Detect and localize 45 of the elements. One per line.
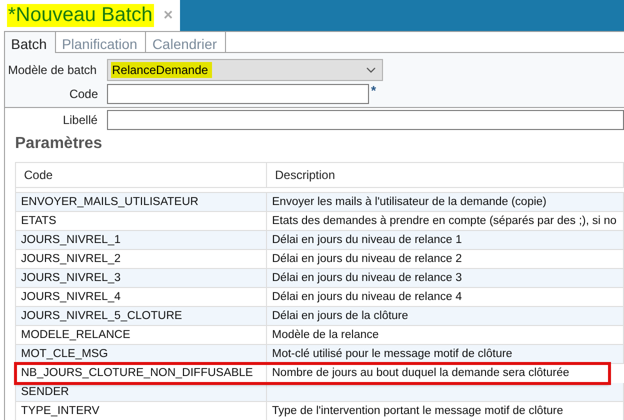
table-cell: Etats des demandes à prendre en compte (séparés par des ;), si no [267,212,624,230]
table-cell: Délai en jours du niveau de relance 2 [267,250,624,268]
table-cell: JOURS_NIVREL_4 [16,288,267,306]
table-row[interactable]: ENVOYER_MAILS_UTILISATEUR Envoyer les mails à l'utilisateur de la demande (copie) [16,193,624,212]
table-cell: SENDER [16,383,267,401]
table-cell: NB_JOURS_CLOTURE_NON_DIFFUSABLE [16,364,267,382]
table-row[interactable]: SENDER [16,383,624,402]
table-cell: Délai en jours du niveau de relance 1 [267,231,624,249]
table-cell: JOURS_NIVREL_2 [16,250,267,268]
table-row[interactable]: JOURS_NIVREL_4 Délai en jours du niveau de relance 4 [16,288,624,307]
chevron-down-icon [366,66,376,72]
table-cell: Délai en jours du niveau de relance 3 [267,269,624,287]
table-row[interactable]: NB_JOURS_CLOTURE_NON_DIFFUSABLE Nombre de jours au bout duquel la demande sera clôturée [16,364,609,383]
column-header[interactable]: Description [267,163,624,187]
table-cell: Nombre de jours au bout duquel la demande sera clôturée [267,364,609,382]
field-label: Code [68,86,99,100]
table-row[interactable]: JOURS_NIVREL_2 Délai en jours du niveau de relance 2 [16,250,624,269]
section-title: Paramètres [14,134,104,152]
column-header[interactable]: Code [16,163,267,187]
field-label: Modèle de batch [7,62,98,76]
table-cell: ENVOYER_MAILS_UTILISATEUR [16,193,267,211]
table-row[interactable]: ETATS Etats des demandes à prendre en compte (séparés par des ;), si no [16,212,624,231]
tab[interactable]: Batch [5,32,56,53]
table-row[interactable]: JOURS_NIVREL_5_CLOTURE Délai en jours de la clôture [16,307,624,326]
table-row[interactable]: JOURS_NIVREL_3 Délai en jours du niveau de relance 3 [16,269,624,288]
field-label: Libellé [62,113,99,127]
libelle-input[interactable] [106,110,624,130]
table-cell: Type de l'intervention portant le message motif de clôture [267,402,624,420]
table-cell: Délai en jours de la clôture [267,307,624,325]
table-row[interactable]: JOURS_NIVREL_1 Délai en jours du niveau de relance 1 [16,231,624,250]
table-cell: Délai en jours du niveau de relance 4 [267,288,624,306]
table-row[interactable]: MOT_CLE_MSG Mot-clé utilisé pour le message motif de clôture [16,345,624,364]
table-cell: ETATS [16,212,267,230]
table-cell: JOURS_NIVREL_5_CLOTURE [16,307,267,325]
document-tab-title[interactable]: *Nouveau Batch [7,4,154,27]
table-cell: MODELE_RELANCE [16,326,267,344]
table-cell: Modèle de la relance [267,326,624,344]
table-row[interactable]: MODELE_RELANCE Modèle de la relance [16,326,624,345]
required-mark: * [371,83,376,98]
code-input[interactable] [107,84,369,104]
table-cell: JOURS_NIVREL_1 [16,231,267,249]
table-cell: TYPE_INTERV [16,402,267,420]
table-cell: JOURS_NIVREL_3 [16,269,267,287]
table-cell: Envoyer les mails à l'utilisateur de la demande (copie) [267,193,624,211]
batch-model-dropdown[interactable]: RelanceDemande [107,58,383,80]
